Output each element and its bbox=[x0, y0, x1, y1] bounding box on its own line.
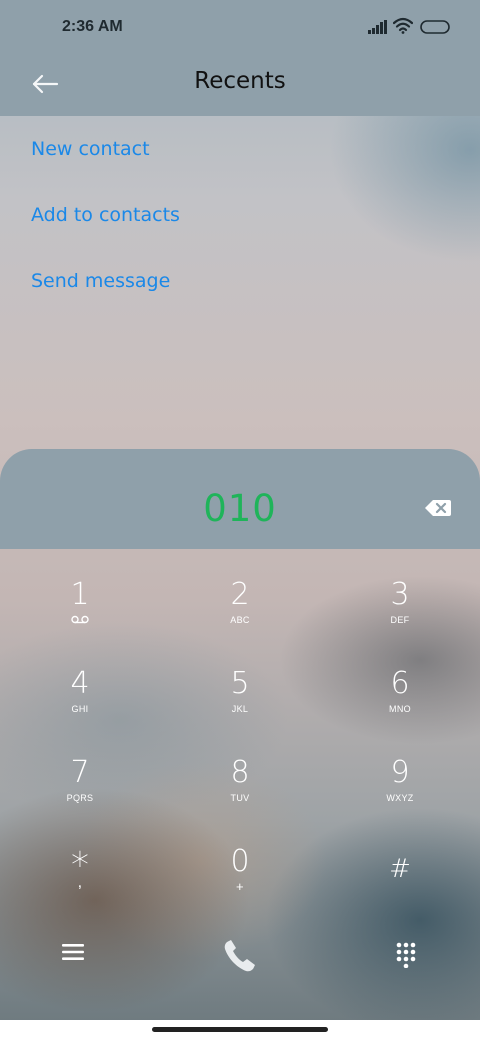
dial-key-digit: 1 bbox=[70, 577, 90, 612]
phone-call-icon[interactable] bbox=[220, 936, 260, 976]
dialpad-icon[interactable] bbox=[396, 942, 416, 968]
dial-key-letters: JKL bbox=[231, 704, 249, 714]
dialed-number: 010 bbox=[203, 487, 277, 530]
dial-key-9[interactable]: 9 WXYZ bbox=[340, 756, 460, 836]
dial-key-3[interactable]: 3 DEF bbox=[340, 578, 460, 658]
dial-key-digit: 4 bbox=[70, 666, 90, 701]
dial-key-6[interactable]: 6 MNO bbox=[340, 667, 460, 747]
signal-icon bbox=[368, 20, 387, 34]
dial-key-letters: DEF bbox=[390, 615, 410, 625]
dial-key-0[interactable]: 0 + bbox=[180, 845, 300, 925]
add-to-contacts-link[interactable]: Add to contacts bbox=[31, 204, 180, 226]
menu-icon[interactable] bbox=[62, 942, 84, 962]
backspace-icon[interactable] bbox=[424, 498, 452, 518]
dial-key-digit: 3 bbox=[390, 577, 410, 612]
dial-key-digit: 6 bbox=[390, 666, 410, 701]
dial-key-4[interactable]: 4 GHI bbox=[20, 667, 140, 747]
dialed-number-panel: 010 bbox=[0, 449, 480, 549]
new-contact-link[interactable]: New contact bbox=[31, 138, 150, 160]
battery-icon bbox=[420, 20, 450, 34]
home-indicator[interactable] bbox=[152, 1027, 328, 1032]
dial-key-digit: 7 bbox=[70, 755, 90, 790]
dial-key-8[interactable]: 8 TUV bbox=[180, 756, 300, 836]
send-message-link[interactable]: Send message bbox=[31, 270, 170, 292]
dial-key-letters: , bbox=[77, 874, 83, 891]
dial-key-5[interactable]: 5 JKL bbox=[180, 667, 300, 747]
dial-key-1[interactable]: 1 bbox=[20, 578, 140, 658]
dial-key-digit: 0 bbox=[230, 844, 250, 879]
dial-key-2[interactable]: 2 ABC bbox=[180, 578, 300, 658]
dial-key-digit: # bbox=[389, 854, 411, 884]
dial-key-star[interactable]: * , bbox=[20, 848, 140, 928]
dial-key-letters: + bbox=[236, 879, 244, 894]
dial-key-digit: 9 bbox=[390, 755, 410, 790]
dial-key-letters: GHI bbox=[71, 704, 89, 714]
dial-key-letters: ABC bbox=[230, 615, 250, 625]
voicemail-icon bbox=[71, 615, 89, 624]
gesture-nav-area bbox=[0, 1020, 480, 1040]
dial-key-letters: WXYZ bbox=[386, 793, 414, 803]
status-time: 2:36 AM bbox=[62, 18, 123, 35]
dial-key-digit: 5 bbox=[230, 666, 250, 701]
dial-key-letters: PQRS bbox=[66, 793, 94, 803]
dial-key-digit: 2 bbox=[230, 577, 250, 612]
wifi-icon bbox=[393, 17, 413, 34]
dial-key-digit: 8 bbox=[230, 755, 250, 790]
status-bar: 2:36 AM bbox=[0, 0, 480, 56]
dial-key-hash[interactable]: # bbox=[340, 852, 460, 932]
dial-key-letters: MNO bbox=[389, 704, 411, 714]
dialer-screen: 2:36 AM Recents New contact Add to conta… bbox=[0, 0, 480, 1020]
dial-key-7[interactable]: 7 PQRS bbox=[20, 756, 140, 836]
dial-key-letters: TUV bbox=[230, 793, 250, 803]
top-app-bar: Recents bbox=[0, 56, 480, 116]
page-title: Recents bbox=[194, 68, 286, 94]
